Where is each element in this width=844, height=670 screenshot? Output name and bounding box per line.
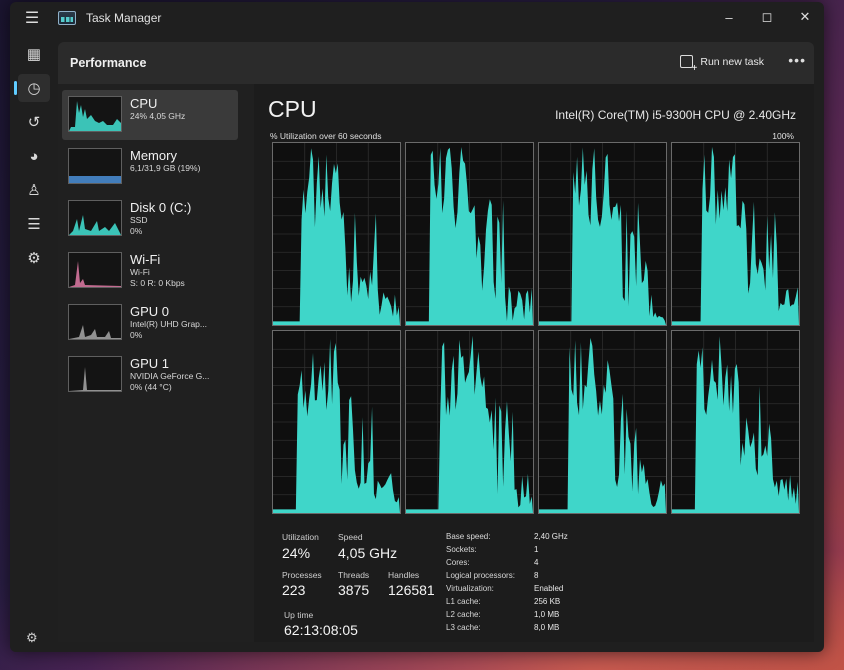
sidebar-item-label: CPU [130,96,158,111]
logical-processor-graph [671,142,800,326]
users-icon[interactable]: ♙ [18,176,50,204]
sidebar-item-detail: SSD [130,215,148,225]
window-title: Task Manager [86,11,162,25]
logical-processor-graph [538,142,667,326]
window-controls: – ◻ ✕ [710,2,824,32]
more-options-icon[interactable]: ••• [788,52,806,68]
handles-value: 126581 [388,582,435,598]
utilization-area [273,148,400,325]
content-area: CPU 24% 4,05 GHz Memory 6,1/31,9 GB (19%… [58,84,814,642]
sidebar-item-gpu0[interactable]: GPU 0 Intel(R) UHD Grap... 0% [62,298,238,348]
memory-thumbnail-graph [68,148,122,184]
sidebar-item-detail: 6,1/31,9 GB (19%) [130,163,201,173]
detail-value: 1 [534,545,539,554]
details-icon[interactable]: ☰ [18,210,50,238]
performance-sidebar: CPU 24% 4,05 GHz Memory 6,1/31,9 GB (19%… [58,84,254,642]
detail-value: 256 KB [534,597,561,606]
detail-key: Logical processors: [446,571,515,580]
startup-icon[interactable]: ◕ [18,142,50,170]
detail-key: Base speed: [446,532,491,541]
processes-icon[interactable]: ▦ [18,40,50,68]
cpu-thumbnail-graph [68,96,122,132]
detail-value: 1,0 MB [534,610,560,619]
cpu-stats: Utilization 24% Speed 4,05 GHz Processes… [282,532,800,642]
cpu-model-name: Intel(R) Core(TM) i5-9300H CPU @ 2.40GHz [555,108,796,122]
detail-key: Sockets: [446,545,477,554]
sidebar-item-detail: 0% (44 °C) [130,382,172,392]
sidebar-item-detail: 0% [130,226,143,236]
sidebar-item-disk[interactable]: Disk 0 (C:) SSD 0% [62,194,238,244]
sidebar-item-detail: S: 0 R: 0 Kbps [130,278,185,288]
utilization-label: Utilization [282,532,319,542]
maximize-button[interactable]: ◻ [748,2,786,32]
sidebar-item-detail: NVIDIA GeForce G... [130,371,210,381]
detail-key: Cores: [446,558,470,567]
page-header: Performance Run new task ••• [58,42,814,84]
cpu-title: CPU [268,96,317,122]
sidebar-item-gpu1[interactable]: GPU 1 NVIDIA GeForce G... 0% (44 °C) [62,350,238,400]
speed-value: 4,05 GHz [338,545,398,561]
sidebar-item-label: Wi-Fi [130,252,161,267]
sidebar-item-detail: 0% [130,330,143,340]
detail-value: 4 [534,558,539,567]
disk-thumbnail-graph [68,200,122,236]
title-bar: ☰ Task Manager – ◻ ✕ [10,2,824,34]
sidebar-item-cpu[interactable]: CPU 24% 4,05 GHz [62,90,238,140]
detail-value: 8,0 MB [534,623,560,632]
detail-value: 8 [534,571,539,580]
processes-value: 223 [282,582,306,598]
sidebar-item-wifi[interactable]: Wi-Fi Wi-Fi S: 0 R: 0 Kbps [62,246,238,296]
logical-processor-graphs [272,142,800,514]
cpu-detail-panel: CPU Intel(R) Core(TM) i5-9300H CPU @ 2.4… [262,84,810,642]
sidebar-item-memory[interactable]: Memory 6,1/31,9 GB (19%) [62,142,238,192]
run-new-task-label: Run new task [700,55,764,68]
utilization-graph-label: % Utilization over 60 seconds [270,131,382,141]
processes-label: Processes [282,570,322,580]
detail-value: 2,40 GHz [534,532,568,541]
handles-label: Handles [388,570,420,580]
logical-processor-graph [272,330,401,514]
gpu0-thumbnail-graph [68,304,122,340]
sidebar-item-label: GPU 1 [130,356,170,371]
task-manager-app-icon [58,11,76,25]
threads-label: Threads [338,570,370,580]
hamburger-menu-icon[interactable]: ☰ [10,2,54,34]
logical-processor-graph [671,330,800,514]
page-title: Performance [70,56,147,70]
gear-icon[interactable]: ⚙ [26,630,38,646]
detail-key: L1 cache: [446,597,481,606]
sidebar-item-label: Memory [130,148,177,163]
detail-key: Virtualization: [446,584,494,593]
sidebar-item-detail: 24% 4,05 GHz [130,111,186,121]
services-icon[interactable]: ⚙ [18,244,50,272]
sidebar-item-detail: Wi-Fi [130,267,150,277]
detail-key: L2 cache: [446,610,481,619]
utilization-value: 24% [282,545,311,561]
logical-processor-graph [538,330,667,514]
speed-label: Speed [338,532,363,542]
utilization-area [273,339,400,513]
performance-icon[interactable]: ◷ [14,74,50,102]
wifi-thumbnail-graph [68,252,122,288]
run-task-icon [680,55,697,74]
minimize-button[interactable]: – [710,2,748,32]
logical-processor-graph [272,142,401,326]
task-manager-window: ☰ Task Manager – ◻ ✕ ▦ ◷ ↺ ◕ ♙ ☰ ⚙ ⚙ Per… [10,2,824,652]
sidebar-item-label: GPU 0 [130,304,170,319]
threads-value: 3875 [338,582,370,598]
utilization-max-label: 100% [772,131,794,141]
navigation-rail: ▦ ◷ ↺ ◕ ♙ ☰ ⚙ ⚙ [10,34,58,652]
logical-processor-graph [405,142,534,326]
uptime-label: Up time [284,610,314,620]
run-new-task-button[interactable]: Run new task [680,55,764,74]
detail-value: Enabled [534,584,564,593]
app-history-icon[interactable]: ↺ [18,108,50,136]
gpu1-thumbnail-graph [68,356,122,392]
sidebar-item-label: Disk 0 (C:) [130,200,192,215]
detail-key: L3 cache: [446,623,481,632]
sidebar-item-detail: Intel(R) UHD Grap... [130,319,207,329]
logical-processor-graph [405,330,534,514]
uptime-value: 62:13:08:05 [284,622,358,638]
close-button[interactable]: ✕ [786,2,824,32]
